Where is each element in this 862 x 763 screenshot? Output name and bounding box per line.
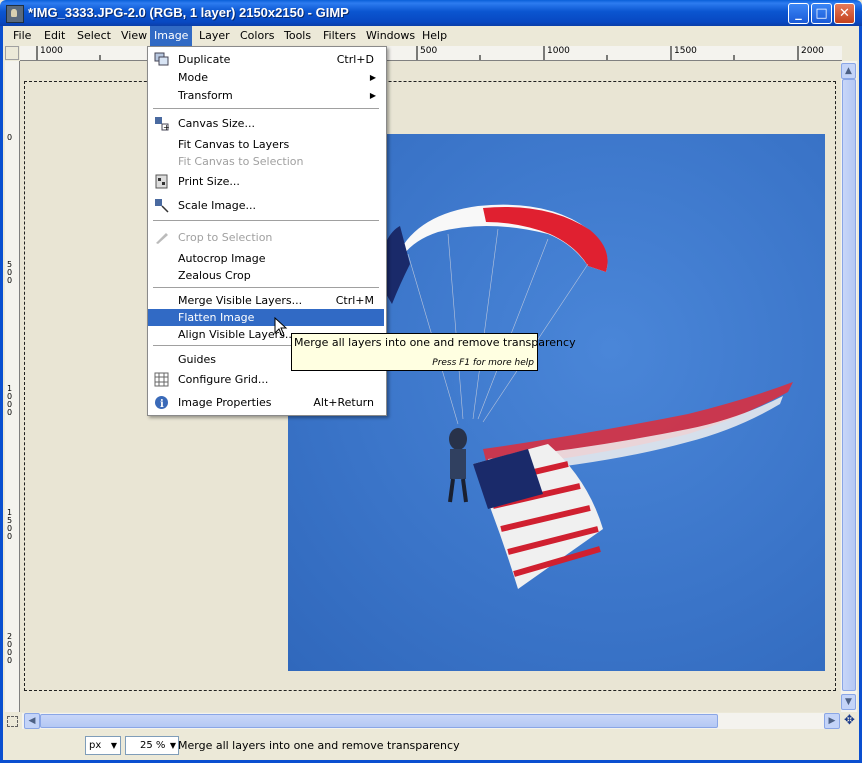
menuitem-configure-grid[interactable]: Configure Grid... [148,371,384,388]
unit-value: px [89,740,102,751]
tooltip: Merge all layers into one and remove tra… [291,333,576,371]
crop-icon [156,233,168,244]
maximize-button[interactable]: □ [811,3,832,24]
submenu-arrow-icon: ▶ [369,91,376,100]
horizontal-ruler[interactable]: 1000 500 1000 1500 2000 [20,46,842,61]
menu-filters[interactable]: Filters [319,26,360,46]
submenu-arrow-icon: ▶ [369,73,376,82]
minimize-button[interactable]: _ [788,3,809,24]
menu-image[interactable]: Image [150,26,193,46]
menuitem-zealous-crop[interactable]: Zealous Crop [148,267,384,284]
menuitem-merge-visible-layers[interactable]: Merge Visible Layers... Ctrl+M [148,292,384,309]
image-canvas[interactable] [20,61,840,712]
chevron-down-icon: ▼ [110,741,117,750]
menu-separator [153,108,379,109]
menubar: File Edit Select View Image Layer Colors… [3,26,859,46]
window-title: *IMG_3333.JPG-2.0 (RGB, 1 layer) 2150x21… [28,5,349,20]
scroll-right-button[interactable]: ▶ [824,713,840,729]
ruler-left-label: 0 [7,133,13,142]
ruler-left-label: 500 [7,260,13,285]
tooltip-text: Merge all layers into one and remove tra… [294,336,576,349]
navigate-button[interactable]: ✥ [842,713,857,729]
scale-image-icon [155,199,169,213]
mouse-cursor-icon [274,317,288,337]
minimize-icon: _ [795,6,802,21]
maximize-icon: □ [815,6,828,21]
grid-icon [154,372,169,387]
navigate-cross-icon: ✥ [844,713,855,728]
ruler-top-label: 500 [420,46,438,56]
ruler-left-label: 2000 [7,632,13,665]
quickmask-toggle[interactable] [5,713,20,729]
menuitem-transform[interactable]: Transform ▶ [148,87,384,104]
zoom-value: 25 % [140,740,166,751]
ruler-top-label: 1500 [674,46,697,56]
menu-windows[interactable]: Windows [362,26,419,46]
menuitem-canvas-size[interactable]: + Canvas Size... [148,115,384,132]
menuitem-flatten-image[interactable]: Flatten Image [148,309,384,326]
horizontal-scrollbar[interactable]: ◀ ▶ [22,713,840,729]
zoom-select[interactable]: 25 % ▼ [125,736,179,755]
title-bar[interactable]: *IMG_3333.JPG-2.0 (RGB, 1 layer) 2150x21… [0,0,862,26]
horizontal-scroll-thumb[interactable] [40,714,718,728]
chevron-down-icon: ▼ [845,697,852,707]
vertical-ruler[interactable]: 0 500 1000 1500 2000 [5,61,20,712]
parachute-red [483,206,608,272]
menu-select[interactable]: Select [73,26,115,46]
menu-edit[interactable]: Edit [40,26,69,46]
menuitem-print-size[interactable]: Print Size... [148,173,384,190]
ruler-top-label: 1000 [40,46,63,56]
status-message: Merge all layers into one and remove tra… [178,739,460,752]
statusbar: px ▼ 25 % ▼ Merge all layers into one an… [3,731,859,760]
ruler-top-label: 1000 [547,46,570,56]
gimp-app-icon[interactable] [6,5,24,23]
close-button[interactable]: ✕ [834,3,855,24]
menuitem-mode[interactable]: Mode ▶ [148,69,384,86]
menu-layer[interactable]: Layer [195,26,234,46]
ruler-left-label: 1000 [7,384,13,417]
skydiver [449,428,467,450]
menuitem-autocrop[interactable]: Autocrop Image [148,250,384,267]
vertical-scroll-thumb[interactable] [842,79,856,691]
chevron-right-icon: ▶ [828,716,836,726]
menu-colors[interactable]: Colors [236,26,278,46]
menuitem-fit-canvas-selection: Fit Canvas to Selection [178,155,304,168]
ruler-top-label: 2000 [801,46,824,56]
close-icon: ✕ [839,6,850,21]
menu-tools[interactable]: Tools [280,26,315,46]
ruler-corner-button[interactable] [5,46,19,60]
menu-file[interactable]: File [9,26,35,46]
menuitem-image-properties[interactable]: i Image Properties Alt+Return [148,394,384,411]
duplicate-icon [154,52,169,66]
scroll-up-button[interactable]: ▲ [841,63,856,79]
menu-separator [153,287,379,288]
quickmask-icon [7,716,18,727]
vertical-scrollbar[interactable]: ▲ ▼ [841,61,857,712]
print-size-icon [155,174,168,189]
tooltip-help-hint: Press F1 for more help [432,358,534,368]
menu-help[interactable]: Help [418,26,451,46]
canvas-size-icon: + [155,117,169,131]
chevron-up-icon: ▲ [845,66,852,76]
chevron-down-icon: ▼ [169,741,176,750]
unit-select[interactable]: px ▼ [85,736,121,755]
scroll-left-button[interactable]: ◀ [24,713,40,729]
svg-text:+: + [163,123,169,131]
menuitem-crop-to-selection: Crop to Selection [148,229,384,246]
menuitem-fit-canvas-layers[interactable]: Fit Canvas to Layers [148,136,384,153]
ruler-left-label: 1500 [7,508,13,541]
menuitem-duplicate[interactable]: Duplicate Ctrl+D [148,51,384,68]
menu-separator [153,220,379,221]
scroll-down-button[interactable]: ▼ [841,694,856,710]
info-icon: i [155,396,168,410]
menuitem-scale-image[interactable]: Scale Image... [148,197,384,214]
menu-view[interactable]: View [117,26,151,46]
chevron-left-icon: ◀ [28,716,36,726]
svg-text:i: i [160,399,164,410]
